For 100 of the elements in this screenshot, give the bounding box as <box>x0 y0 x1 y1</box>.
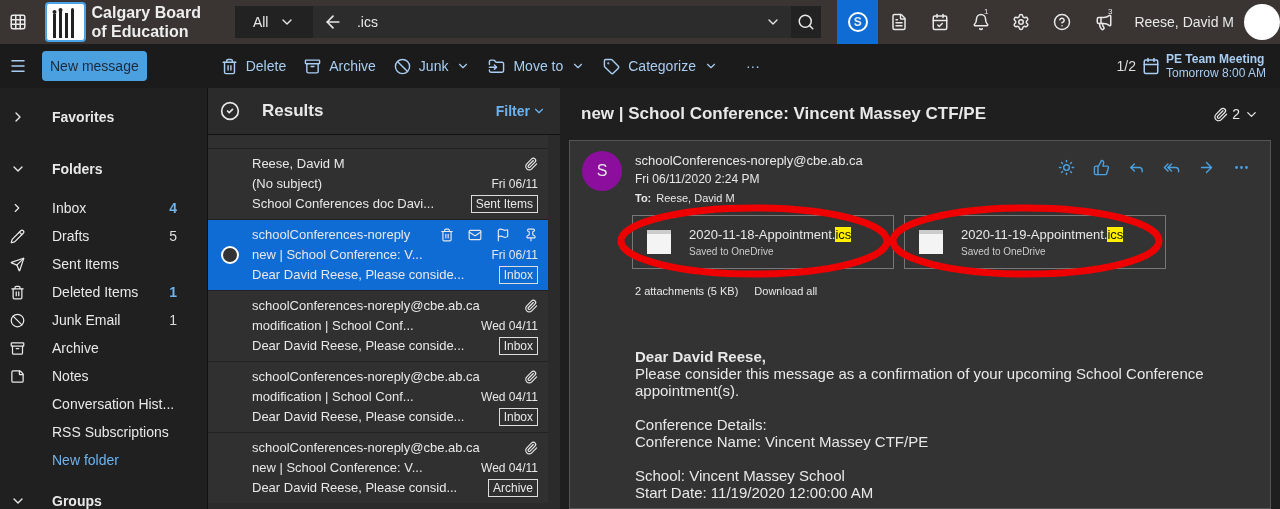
message-item[interactable]: schoolConferences-noreply new | School Conference: V... Fri 06/11 Dear David Reese, Please conside... Inbox <box>208 220 548 290</box>
sender-email[interactable]: schoolConferences-noreply@cbe.ab.ca <box>635 151 863 170</box>
folder-item[interactable]: Drafts 5 <box>0 222 207 250</box>
folder-count: 1 <box>169 282 177 302</box>
note-icon <box>10 368 25 384</box>
notifications-button[interactable]: 1 <box>959 0 1002 44</box>
archive-icon <box>304 57 322 75</box>
sender-name: Reese, David M <box>252 155 345 173</box>
message-item[interactable]: Reese, David M (No subject) Fri 06/11 School Conferences doc Davi... Sent Items <box>208 149 548 219</box>
folder-item[interactable]: Notes <box>0 362 207 390</box>
folder-item[interactable]: Deleted Items 1 <box>0 278 207 306</box>
feedback-button[interactable]: 3 <box>1082 0 1125 44</box>
folder-count: 4 <box>169 198 177 218</box>
paperclip-icon <box>524 299 538 313</box>
org-name: Calgary Board <box>91 3 201 22</box>
attachments-summary: 2 attachments (5 KB) <box>635 284 739 299</box>
message-subject: new | School Conference: V... <box>252 246 423 264</box>
org-name: of Education <box>91 22 190 41</box>
message-item[interactable]: schoolConferences-noreply@cbe.ab.ca modification | School Conf... Wed 04/11 Dear David Reese, Please conside... Inbox <box>208 291 548 361</box>
attachment-card[interactable]: 2020-11-19-Appointment.ics Saved to OneDrive <box>904 215 1166 269</box>
paperclip-icon <box>524 370 538 384</box>
block-icon <box>10 312 25 328</box>
feedback-count: 3 <box>1107 6 1113 18</box>
sun-icon[interactable] <box>1058 159 1075 176</box>
new-folder-link[interactable]: New folder <box>52 446 119 474</box>
folders-toggle[interactable]: Folders <box>0 156 103 182</box>
file-name: 2020-11-18-Appointment.ics <box>689 225 852 244</box>
message-date: Wed 04/11 <box>481 460 538 477</box>
skype-button[interactable]: S <box>836 0 879 44</box>
folder-item[interactable]: Inbox 4 <box>0 194 207 222</box>
folder-arrow-icon <box>488 57 506 75</box>
filter-button[interactable]: Filter <box>495 100 546 122</box>
message-preview: School Conferences doc Davi... <box>252 195 435 213</box>
message-subject: modification | School Conf... <box>252 317 414 335</box>
favorites-toggle[interactable]: Favorites <box>0 104 115 130</box>
message-subject: modification | School Conf... <box>252 388 414 406</box>
logo-icon <box>45 2 86 42</box>
file-status: Saved to OneDrive <box>689 245 775 260</box>
search-button[interactable] <box>790 6 821 38</box>
file-icon <box>647 230 671 254</box>
avatar-icon[interactable] <box>1244 4 1280 40</box>
paperclip-icon <box>1213 106 1229 122</box>
toolbar-button[interactable]: Categorize <box>603 55 718 77</box>
toolbar-button[interactable]: Junk <box>393 55 471 77</box>
message-subject: new | School Conference: V... <box>252 459 423 477</box>
email-body-line: School: Vincent Massey School <box>635 466 846 484</box>
block-icon <box>393 57 411 75</box>
pencil-icon <box>10 228 25 244</box>
calendar-icon <box>1141 57 1160 75</box>
file-name: 2020-11-19-Appointment.ics <box>961 225 1124 244</box>
groups-toggle[interactable]: Groups <box>0 488 102 509</box>
folder-item[interactable]: Archive <box>0 334 207 362</box>
email-body-line: Please consider this message as a confirmation of your upcoming School Conference appointment(s). <box>635 364 1205 399</box>
mail-icon[interactable] <box>468 228 482 242</box>
folder-tag: Archive <box>488 479 538 497</box>
folder-tag: Inbox <box>498 337 538 355</box>
forward-icon[interactable] <box>1198 159 1215 176</box>
sender-name: schoolConferences-noreply@cbe.ab.ca <box>252 439 480 457</box>
flag-icon[interactable] <box>496 228 510 242</box>
trash-icon[interactable] <box>440 228 454 242</box>
archive-icon <box>10 340 25 356</box>
recipient-name: Reese, David M <box>656 191 735 206</box>
message-item[interactable]: schoolConferences-noreply@cbe.ab.ca modification | School Conf... Wed 04/11 Dear David Reese, Please conside... Inbox <box>208 362 548 432</box>
folder-item[interactable]: Conversation Hist... <box>0 390 207 418</box>
search-icon <box>796 13 815 31</box>
reminder-button[interactable]: PE Team Meeting Tomorrow 8:00 AM <box>1165 52 1266 80</box>
email-body-line: Start Date: 11/19/2020 12:00:00 AM <box>635 483 875 501</box>
pin-icon[interactable] <box>524 228 538 242</box>
user-name[interactable]: Reese, David M <box>1134 11 1234 33</box>
paperclip-icon <box>524 157 538 171</box>
folder-item[interactable]: Junk Email 1 <box>0 306 207 334</box>
message-date: Fri 06/11 <box>491 247 538 264</box>
download-all-link[interactable]: Download all <box>754 283 818 300</box>
toolbar-button[interactable]: Archive <box>304 55 376 77</box>
list-title: Results <box>262 100 324 123</box>
folder-tag: Inbox <box>498 266 538 284</box>
message-item[interactable]: schoolConferences-noreply@cbe.ab.ca new | School Conference: V... Wed 04/11 Dear David Reese, Please consid... Archive <box>208 433 548 503</box>
sender-name: schoolConferences-noreply@cbe.ab.ca <box>252 297 480 315</box>
like-icon[interactable] <box>1093 159 1110 176</box>
file-status: Saved to OneDrive <box>961 245 1047 260</box>
reminder-count: 1/2 <box>1116 56 1136 76</box>
select-all-icon[interactable] <box>220 101 240 121</box>
megaphone-icon <box>1094 13 1113 31</box>
message-date: Wed 04/11 <box>481 318 538 335</box>
attachment-card[interactable]: 2020-11-18-Appointment.ics Saved to OneDrive <box>632 215 894 269</box>
folder-item[interactable]: Sent Items <box>0 250 207 278</box>
toolbar-button[interactable]: Move to <box>488 55 586 77</box>
search-field[interactable]: .ics <box>312 6 791 38</box>
attachment-count[interactable]: 2 <box>1232 103 1240 125</box>
message-subject: (No subject) <box>252 175 323 193</box>
paperclip-icon <box>524 441 538 455</box>
toolbar-button[interactable]: Delete <box>220 55 287 77</box>
more-button[interactable]: ··· <box>745 55 760 77</box>
email-greeting: Dear David Reese, <box>635 347 767 365</box>
folder-item[interactable]: RSS Subscriptions <box>0 418 207 446</box>
tag-icon <box>603 57 621 75</box>
new-message-button[interactable]: New message <box>42 51 147 81</box>
message-date: Wed 04/11 <box>481 389 538 406</box>
message-subject-heading: new | School Conference: Vincent Massey CTF/PE <box>581 103 986 126</box>
search-scope-dropdown[interactable]: All <box>234 6 313 38</box>
